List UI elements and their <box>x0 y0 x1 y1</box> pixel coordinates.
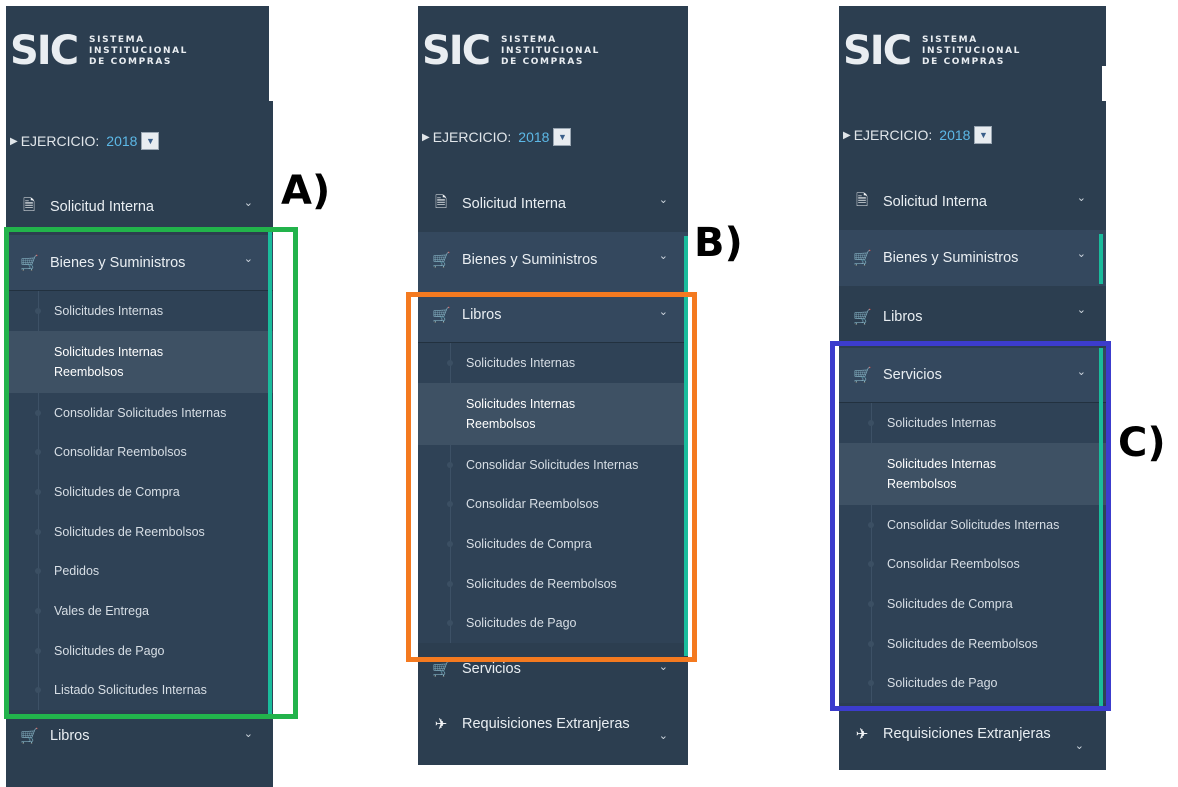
logo-line-3: DE COMPRAS <box>89 56 172 67</box>
triangle-icon: ▶ <box>843 129 851 141</box>
chevron-down-icon: ⌄ <box>1076 192 1086 204</box>
sic-logo: SIC SISTEMA INSTITUCIONAL DE COMPRAS <box>422 28 600 74</box>
cart-icon: 🛒 <box>20 728 39 746</box>
sic-logo: SIC SISTEMA INSTITUCIONAL DE COMPRAS <box>843 28 1021 74</box>
cart-icon: 🛒 <box>853 309 872 326</box>
label-c: C) <box>1118 420 1166 466</box>
menu-item-label: Solicitud Interna <box>883 194 987 210</box>
logo-line-1: SISTEMA <box>922 34 978 45</box>
chevron-down-icon: ⌄ <box>243 728 253 741</box>
menu-item-label: Solicitud Interna <box>50 199 154 215</box>
document-icon: 🗎 <box>855 191 869 209</box>
ejercicio-year: 2018 <box>939 127 971 143</box>
logo-line-3: DE COMPRAS <box>922 56 1005 67</box>
chevron-down-icon: ⌄ <box>658 250 668 262</box>
ejercicio-label: EJERCICIO: <box>432 129 512 145</box>
menu-item-solicitud-interna[interactable]: 🗎 Solicitud Interna ⌄ <box>839 174 1106 230</box>
logo-mark: SIC <box>10 28 79 74</box>
logo-line-2: INSTITUCIONAL <box>501 45 600 56</box>
menu-item-label: Requisiciones Extranjeras <box>462 716 630 733</box>
logo-line-2: INSTITUCIONAL <box>89 45 188 56</box>
ejercicio-year: 2018 <box>106 133 138 149</box>
chevron-down-icon[interactable]: ▼ <box>141 132 160 150</box>
ejercicio-year: 2018 <box>518 129 550 145</box>
chevron-down-icon[interactable]: ▼ <box>974 126 993 144</box>
menu-item-libros[interactable]: 🛒 Libros ⌄ <box>839 286 1106 348</box>
document-icon: 🗎 <box>22 196 36 214</box>
plane-icon: ✈ <box>855 726 869 744</box>
ejercicio-selector[interactable]: ▶ EJERCICIO: 2018 ▼ <box>10 132 160 150</box>
menu-item-label: Servicios <box>462 661 521 678</box>
ejercicio-selector[interactable]: ▶ EJERCICIO: 2018 ▼ <box>843 126 993 144</box>
menu-item-label: Requisiciones Extranjeras <box>883 726 1051 743</box>
ejercicio-label: EJERCICIO: <box>20 133 100 149</box>
label-a: A) <box>281 168 331 214</box>
chevron-down-icon: ⌄ <box>1076 248 1086 260</box>
logo-line-1: SISTEMA <box>89 34 145 45</box>
document-icon: 🗎 <box>434 193 448 211</box>
label-b: B) <box>694 220 743 266</box>
menu-item-bienes-y-suministros[interactable]: 🛒 Bienes y Suministros ⌄ <box>418 232 688 288</box>
menu-item-requisiciones-extranjeras[interactable]: ✈ Requisiciones Extranjeras ⌄ <box>418 695 688 753</box>
chevron-down-icon: ⌄ <box>243 197 253 209</box>
chevron-down-icon: ⌄ <box>658 194 668 206</box>
cart-icon: 🛒 <box>853 250 872 267</box>
highlight-frame-a <box>4 227 298 719</box>
chevron-down-icon: ⌄ <box>1076 304 1086 316</box>
menu-item-requisiciones-extranjeras[interactable]: ✈ Requisiciones Extranjeras ⌄ <box>839 703 1106 765</box>
triangle-icon: ▶ <box>422 131 430 143</box>
chevron-down-icon: ⌄ <box>1074 740 1084 753</box>
highlight-frame-c <box>830 341 1111 711</box>
logo-mark: SIC <box>843 28 912 74</box>
cart-icon: 🛒 <box>432 661 451 679</box>
menu-item-label: Bienes y Suministros <box>883 250 1019 266</box>
plane-icon: ✈ <box>434 716 448 734</box>
ejercicio-label: EJERCICIO: <box>853 127 933 143</box>
logo-mark: SIC <box>422 28 491 74</box>
chevron-down-icon[interactable]: ▼ <box>553 128 572 146</box>
sic-logo: SIC SISTEMA INSTITUCIONAL DE COMPRAS <box>10 28 188 74</box>
menu-item-bienes-y-suministros[interactable]: 🛒 Bienes y Suministros ⌄ <box>839 230 1106 286</box>
menu-item-label: Libros <box>50 728 90 745</box>
logo-line-2: INSTITUCIONAL <box>922 45 1021 56</box>
active-accent-bar <box>1099 234 1103 284</box>
chevron-down-icon: ⌄ <box>658 661 668 674</box>
ejercicio-selector[interactable]: ▶ EJERCICIO: 2018 ▼ <box>422 128 572 146</box>
triangle-icon: ▶ <box>10 135 18 147</box>
menu-item-solicitud-interna[interactable]: 🗎 Solicitud Interna ⌄ <box>418 176 688 232</box>
cart-icon: 🛒 <box>432 252 451 269</box>
menu-item-label: Bienes y Suministros <box>462 252 598 268</box>
menu-item-label: Solicitud Interna <box>462 196 566 212</box>
logo-line-3: DE COMPRAS <box>501 56 584 67</box>
logo-line-1: SISTEMA <box>501 34 557 45</box>
chevron-down-icon: ⌄ <box>658 730 668 743</box>
highlight-frame-b <box>406 292 697 662</box>
menu-item-label: Libros <box>883 309 923 325</box>
